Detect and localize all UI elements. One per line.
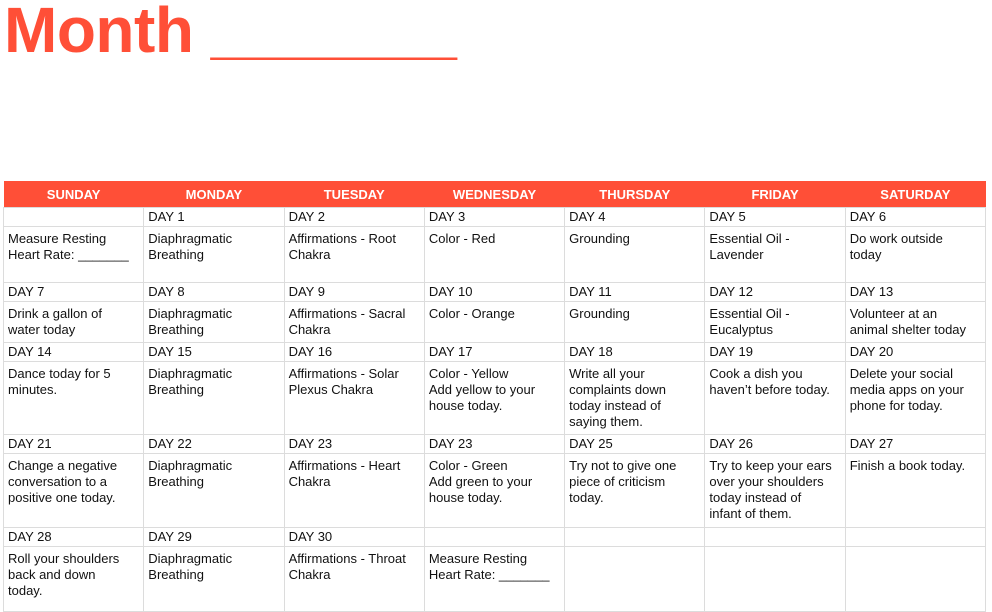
day-label[interactable]: DAY 17 — [423, 342, 566, 362]
task-cell[interactable]: Roll your shoulders back and down today. — [2, 546, 145, 612]
day-label[interactable]: DAY 18 — [564, 342, 706, 362]
weekday-header-monday: MONDAY — [143, 181, 285, 208]
week-3-tasks: Dance today for 5 minutes. Diaphragmatic… — [2, 361, 987, 435]
task-cell[interactable]: Grounding — [564, 301, 706, 343]
day-label[interactable]: DAY 3 — [423, 207, 566, 227]
day-label[interactable]: DAY 21 — [2, 434, 145, 454]
week-2-day-labels: DAY 7 DAY 8 DAY 9 DAY 10 DAY 11 DAY 12 D… — [2, 282, 987, 302]
day-label[interactable] — [2, 207, 145, 227]
task-cell[interactable]: Try not to give one piece of criticism t… — [564, 453, 706, 528]
weekday-header-tuesday: TUESDAY — [284, 181, 425, 208]
weekday-header-sunday: SUNDAY — [3, 181, 144, 208]
day-label[interactable]: DAY 19 — [704, 342, 846, 362]
day-label[interactable]: DAY 9 — [283, 282, 425, 302]
task-cell[interactable]: Do work outside today — [844, 226, 987, 283]
task-cell[interactable]: Affirmations - Solar Plexus Chakra — [283, 361, 425, 435]
weekday-header-thursday: THURSDAY — [564, 181, 705, 208]
task-cell[interactable]: Cook a dish you haven’t before today. — [704, 361, 846, 435]
weekday-header-wednesday: WEDNESDAY — [424, 181, 565, 208]
task-cell[interactable]: Diaphragmatic Breathing — [143, 361, 285, 435]
day-label[interactable]: DAY 13 — [844, 282, 987, 302]
day-label[interactable] — [704, 527, 846, 547]
task-cell[interactable]: Change a negative conversation to a posi… — [2, 453, 145, 528]
day-label[interactable] — [423, 527, 566, 547]
task-cell[interactable]: Delete your social media apps on your ph… — [844, 361, 987, 435]
day-label[interactable]: DAY 25 — [564, 434, 706, 454]
task-cell[interactable] — [844, 546, 987, 612]
task-cell[interactable]: Color - Yellow Add yellow to your house … — [423, 361, 566, 435]
day-label[interactable]: DAY 23 — [283, 434, 425, 454]
task-cell[interactable] — [564, 546, 706, 612]
task-cell[interactable]: Affirmations - Throat Chakra — [283, 546, 425, 612]
day-label[interactable]: DAY 7 — [2, 282, 145, 302]
day-label[interactable] — [564, 527, 706, 547]
week-5-day-labels: DAY 28 DAY 29 DAY 30 — [2, 527, 987, 547]
task-cell[interactable]: Color - Red — [423, 226, 566, 283]
day-label[interactable]: DAY 26 — [704, 434, 846, 454]
task-cell[interactable]: Essential Oil - Lavender — [704, 226, 846, 283]
week-3-day-labels: DAY 14 DAY 15 DAY 16 DAY 17 DAY 18 DAY 1… — [2, 342, 987, 362]
day-label[interactable]: DAY 16 — [283, 342, 425, 362]
day-label[interactable]: DAY 6 — [844, 207, 987, 227]
day-label[interactable]: DAY 22 — [143, 434, 285, 454]
task-cell[interactable]: Dance today for 5 minutes. — [2, 361, 145, 435]
page-title: Month _______ — [4, 0, 457, 66]
task-cell[interactable]: Grounding — [564, 226, 706, 283]
day-label[interactable]: DAY 12 — [704, 282, 846, 302]
weekday-header-row: SUNDAY MONDAY TUESDAY WEDNESDAY THURSDAY… — [3, 181, 986, 208]
task-cell[interactable]: Affirmations - Root Chakra — [283, 226, 425, 283]
task-cell[interactable]: Measure Resting Heart Rate: _______ — [2, 226, 145, 283]
task-cell[interactable]: Finish a book today. — [844, 453, 987, 528]
task-cell[interactable]: Diaphragmatic Breathing — [143, 453, 285, 528]
task-cell[interactable]: Volunteer at an animal shelter today — [844, 301, 987, 343]
weekday-header-saturday: SATURDAY — [845, 181, 986, 208]
day-label[interactable]: DAY 11 — [564, 282, 706, 302]
week-4-day-labels: DAY 21 DAY 22 DAY 23 DAY 23 DAY 25 DAY 2… — [2, 434, 987, 454]
day-label[interactable]: DAY 10 — [423, 282, 566, 302]
day-label[interactable]: DAY 20 — [844, 342, 987, 362]
task-cell[interactable]: Essential Oil - Eucalyptus — [704, 301, 846, 343]
task-cell[interactable]: Try to keep your ears over your shoulder… — [704, 453, 846, 528]
calendar-table: SUNDAY MONDAY TUESDAY WEDNESDAY THURSDAY… — [2, 181, 987, 612]
task-cell[interactable]: Color - Green Add green to your house to… — [423, 453, 566, 528]
day-label[interactable]: DAY 30 — [283, 527, 425, 547]
day-label[interactable]: DAY 14 — [2, 342, 145, 362]
task-cell[interactable]: Diaphragmatic Breathing — [143, 301, 285, 343]
day-label[interactable]: DAY 4 — [564, 207, 706, 227]
day-label[interactable]: DAY 1 — [143, 207, 285, 227]
weekday-header-friday: FRIDAY — [704, 181, 846, 208]
task-cell[interactable]: Affirmations - Sacral Chakra — [283, 301, 425, 343]
day-label[interactable]: DAY 2 — [283, 207, 425, 227]
task-cell[interactable]: Color - Orange — [423, 301, 566, 343]
day-label[interactable]: DAY 23 — [423, 434, 566, 454]
task-cell[interactable]: Affirmations - Heart Chakra — [283, 453, 425, 528]
week-4-tasks: Change a negative conversation to a posi… — [2, 453, 987, 528]
task-cell[interactable]: Diaphragmatic Breathing — [143, 226, 285, 283]
day-label[interactable]: DAY 5 — [704, 207, 846, 227]
task-cell[interactable]: Diaphragmatic Breathing — [143, 546, 285, 612]
task-cell[interactable]: Drink a gallon of water today — [2, 301, 145, 343]
day-label[interactable] — [844, 527, 987, 547]
task-cell[interactable] — [704, 546, 846, 612]
week-2-tasks: Drink a gallon of water today Diaphragma… — [2, 301, 987, 343]
week-1-day-labels: DAY 1 DAY 2 DAY 3 DAY 4 DAY 5 DAY 6 — [2, 207, 987, 227]
task-cell[interactable]: Write all your complaints down today ins… — [564, 361, 706, 435]
week-5-tasks: Roll your shoulders back and down today.… — [2, 546, 987, 612]
week-1-tasks: Measure Resting Heart Rate: _______ Diap… — [2, 226, 987, 283]
task-cell[interactable]: Measure Resting Heart Rate: _______ — [423, 546, 566, 612]
day-label[interactable]: DAY 15 — [143, 342, 285, 362]
day-label[interactable]: DAY 29 — [143, 527, 285, 547]
day-label[interactable]: DAY 27 — [844, 434, 987, 454]
day-label[interactable]: DAY 8 — [143, 282, 285, 302]
day-label[interactable]: DAY 28 — [2, 527, 145, 547]
